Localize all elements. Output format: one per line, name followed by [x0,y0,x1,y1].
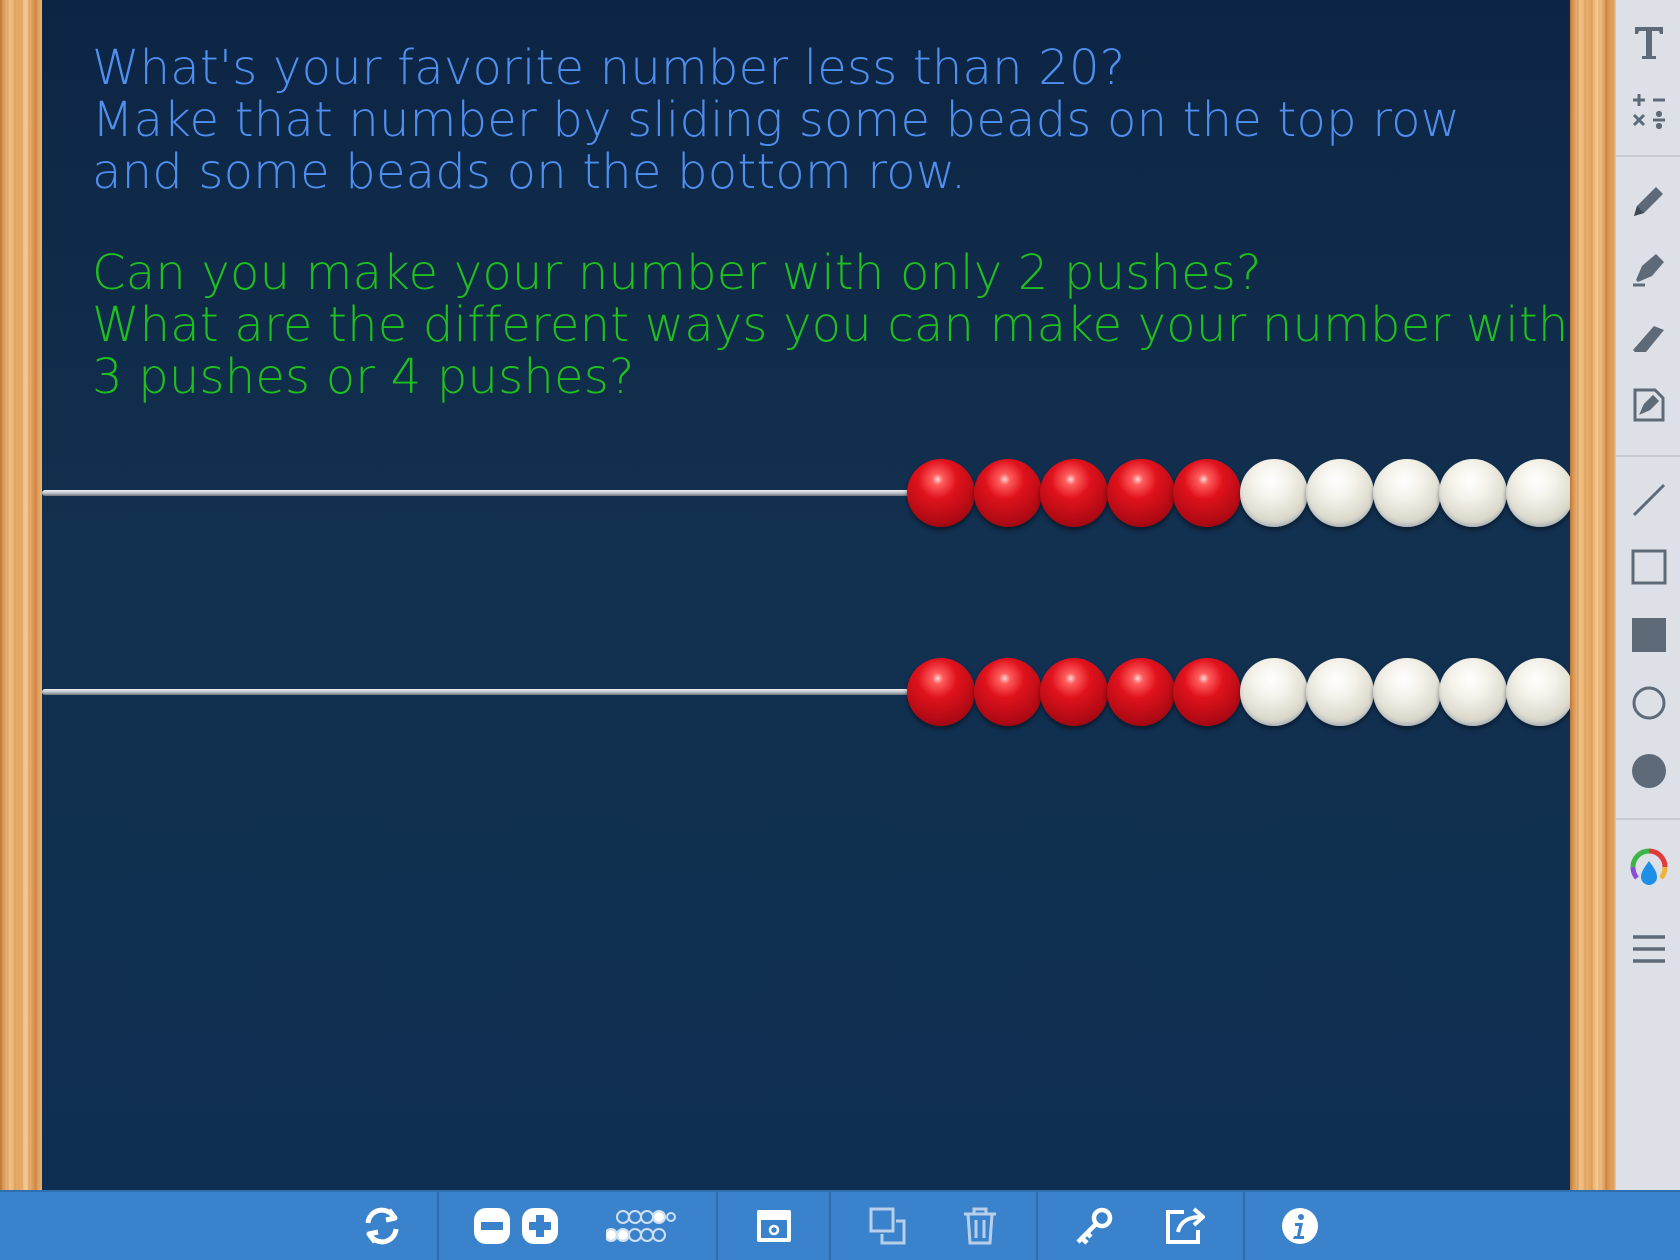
info-icon[interactable] [1278,1192,1322,1260]
plus-icon[interactable] [518,1192,562,1260]
bead-red[interactable] [1173,459,1241,527]
duplicate-icon[interactable] [866,1192,910,1260]
eraser-icon[interactable] [1616,307,1680,367]
bead-red[interactable] [973,658,1042,726]
bead-row-bottom[interactable] [907,658,1570,726]
color-picker-icon[interactable] [1616,839,1680,899]
bead-white[interactable] [1505,459,1570,527]
wood-frame-left [0,0,42,1190]
prompt-line: What are the different ways you can make… [92,297,1569,353]
bead-white[interactable] [1239,658,1308,726]
bead-white[interactable] [1505,658,1570,726]
bead-white[interactable] [1306,459,1374,527]
reset-icon[interactable] [352,1192,412,1260]
wood-frame-right [1570,0,1615,1190]
prompt-line: Can you make your number with only 2 pus… [92,245,1262,301]
bead-white[interactable] [1306,658,1374,726]
pencil-icon[interactable] [1616,171,1680,231]
bead-white[interactable] [1372,658,1441,726]
line-icon[interactable] [1616,470,1680,530]
bead-red[interactable] [1106,459,1175,527]
cover-icon[interactable] [752,1192,796,1260]
bead-red[interactable] [907,459,975,527]
bead-red[interactable] [907,658,975,726]
circle-filled-icon[interactable] [1616,741,1680,801]
math-symbols-icon[interactable] [1616,80,1680,140]
share-icon[interactable] [1162,1192,1210,1260]
bead-red[interactable] [1106,658,1175,726]
key-icon[interactable] [1072,1192,1116,1260]
prompt-line: Make that number by sliding some beads o… [92,92,1461,148]
circle-outline-icon[interactable] [1616,673,1680,733]
bead-layout-icon[interactable] [605,1192,677,1260]
prompt-line: What's your favorite number less than 20… [92,40,1126,96]
rectangle-filled-icon[interactable] [1616,605,1680,665]
chalkboard: What's your favorite number less than 20… [42,0,1570,1190]
highlighter-icon[interactable] [1616,239,1680,299]
trash-icon[interactable] [958,1192,1002,1260]
minus-icon[interactable] [470,1192,514,1260]
bead-white[interactable] [1239,459,1308,527]
bead-row-top[interactable] [907,459,1570,527]
prompt-line: and some beads on the bottom row. [92,144,967,200]
bead-red[interactable] [1040,459,1108,527]
prompt-blue: What's your favorite number less than 20… [92,42,1512,198]
note-icon[interactable] [1616,375,1680,435]
text-icon[interactable] [1616,12,1680,72]
menu-icon[interactable] [1616,919,1680,979]
bottom-toolbar [0,1190,1680,1260]
prompt-line: 3 pushes or 4 pushes? [92,349,635,405]
drawing-toolbar [1615,0,1680,1190]
bead-white[interactable] [1372,459,1441,527]
rectangle-outline-icon[interactable] [1616,537,1680,597]
bead-red[interactable] [1040,658,1108,726]
prompt-green: Can you make your number with only 2 pus… [92,245,1569,405]
bead-white[interactable] [1439,459,1507,527]
bead-red[interactable] [973,459,1042,527]
bead-white[interactable] [1439,658,1507,726]
bead-red[interactable] [1173,658,1241,726]
